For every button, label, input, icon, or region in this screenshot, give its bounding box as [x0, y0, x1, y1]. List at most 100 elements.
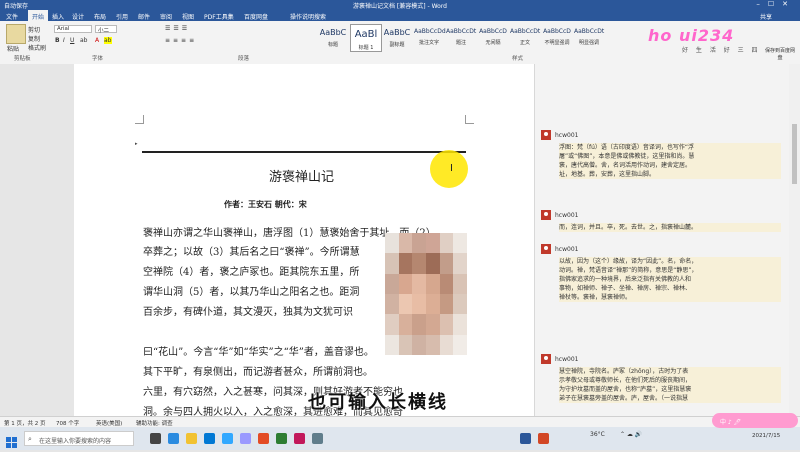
tab-view[interactable]: 视图: [182, 12, 194, 21]
font-color-icon[interactable]: A: [95, 37, 99, 44]
style-heading-1[interactable]: AaBl 标题 1: [350, 24, 382, 52]
windows-taskbar: ⌕ 在这里输入你要搜索的内容 36°C ⌃ ☁ 🔊: [0, 427, 800, 450]
store-icon[interactable]: [204, 433, 215, 444]
share-button[interactable]: 共享: [760, 12, 772, 21]
window-title: 游褒禅山记文档 [兼容模式] - Word: [353, 3, 447, 10]
style-caption[interactable]: AaBbCcDt 题注: [446, 24, 476, 50]
font-name-select[interactable]: Arial: [54, 25, 92, 33]
windows-start-icon[interactable]: [6, 433, 17, 448]
style-intense-emphasis[interactable]: AaBbCcDt 明显强调: [574, 24, 604, 50]
style-normal[interactable]: AaBbCcDt 正文: [510, 24, 540, 50]
font-size-select[interactable]: 小二: [95, 25, 117, 34]
app-icon[interactable]: [312, 433, 323, 444]
app-icon[interactable]: [258, 433, 269, 444]
paragraph-line: 卒葬之；以故（3）其后名之曰“褒禅”。今所谓慧: [143, 247, 360, 258]
comment-author: hcw001: [555, 211, 579, 219]
underline-icon[interactable]: U: [70, 37, 74, 44]
photoshop-icon[interactable]: [222, 433, 233, 444]
group-label-styles: 样式: [512, 56, 524, 62]
bold-icon[interactable]: B: [55, 37, 60, 44]
comment-card[interactable]: hcw001 以故，因为（这个）缘故，译为“因此”。名，命名， 动词。禅，梵语音译…: [541, 244, 781, 302]
align-icons[interactable]: ≡≡≡≡: [165, 37, 197, 44]
strikethrough-icon[interactable]: ab: [80, 37, 88, 44]
search-icon: ⌕: [28, 435, 32, 443]
paragraph-line: 百余步，有碑仆道，其文漫灭，独其为文犹可识: [143, 307, 353, 318]
comment-body: 以故，因为（这个）缘故，译为“因此”。名，命名， 动词。禅，梵语音译“禅那”的简称…: [559, 257, 781, 302]
user-avatar-icon: [541, 130, 551, 140]
paste-button-label[interactable]: 粘贴: [7, 44, 19, 53]
document-author-line: 作者：王安石 朝代：宋: [224, 200, 307, 209]
horizontal-rule: [142, 151, 466, 153]
ribbon-tabs: 文件 开始 插入 设计 布局 引用 邮件 审阅 视图 PDF工具集 百度网盘 操…: [0, 10, 800, 21]
tab-home[interactable]: 开始: [28, 10, 49, 21]
scrollbar-thumb[interactable]: [792, 124, 797, 184]
style-heading[interactable]: AaBbC 标题: [318, 24, 348, 50]
copy-button[interactable]: 复制: [28, 34, 40, 43]
comment-card[interactable]: hcw001 浮图：梵（fú）语（古印度语）音译词，也写作“浮 屠”或“佛图”，本…: [541, 130, 781, 179]
tell-me-search[interactable]: 操作说明搜索: [290, 12, 326, 21]
pixelated-webcam-overlay: [385, 233, 467, 355]
cut-button[interactable]: 剪切: [28, 25, 40, 34]
status-language[interactable]: 英语(美国): [96, 419, 122, 427]
premiere-icon[interactable]: [240, 433, 251, 444]
paragraph-mark-icon: ▸: [135, 141, 138, 147]
tab-file[interactable]: 文件: [6, 12, 18, 21]
window-controls[interactable]: –☐✕: [756, 0, 796, 8]
margin-corner-top-left: [135, 115, 144, 124]
style-subtitle[interactable]: AaBbC 副标题: [382, 24, 412, 50]
weather-text[interactable]: 36°C: [590, 431, 605, 438]
comment-body: 慧空禅院，寺院名。庐冢（zhǒng），古时为了表 示孝敬父母或尊敬师长，在他们死后…: [559, 367, 781, 403]
word-icon[interactable]: [520, 433, 531, 444]
app-icon[interactable]: [294, 433, 305, 444]
comment-body: 而，连词，并且。卒，死。去世。之，指褒禅山麓。: [559, 223, 781, 232]
logo-text: ho ui234: [648, 26, 735, 45]
comment-card[interactable]: hcw001 慧空禅院，寺院名。庐冢（zhǒng），古时为了表 示孝敬父母或尊敬师…: [541, 354, 781, 403]
tab-baidu-netdisk[interactable]: 百度网盘: [244, 12, 268, 21]
taskbar-clock[interactable]: 2021/7/15: [752, 433, 780, 439]
style-no-spacing[interactable]: AaBbCcD 无间隔: [478, 24, 508, 50]
file-explorer-icon[interactable]: [186, 433, 197, 444]
system-tray-icons[interactable]: ⌃ ☁ 🔊: [620, 431, 642, 438]
comment-author: hcw001: [555, 131, 579, 139]
text-cursor-icon: I: [450, 163, 453, 174]
style-subtle-emphasis[interactable]: AaBbCcD 不明显强调: [542, 24, 572, 50]
powerpoint-icon[interactable]: [538, 433, 549, 444]
input-method-sticker[interactable]: 中 ♪ 🖊: [712, 413, 798, 428]
tab-pdf-tools[interactable]: PDF工具集: [204, 12, 234, 21]
paragraph-line: 空禅院（4）者，褒之庐冢也。距其院东五里，所: [143, 267, 360, 278]
comment-card[interactable]: hcw001 而，连词，并且。卒，死。去世。之，指褒禅山麓。: [541, 210, 781, 232]
tab-mailings[interactable]: 邮件: [138, 12, 150, 21]
tab-design[interactable]: 设计: [72, 12, 84, 21]
status-word-count[interactable]: 708 个字: [56, 419, 79, 427]
tab-references[interactable]: 引用: [116, 12, 128, 21]
paragraph-line: 曰“花山”。今言“华”如“华实”之“华”者，盖音谬也。: [143, 347, 374, 358]
highlight-icon[interactable]: ab: [104, 37, 112, 44]
edge-browser-icon[interactable]: [168, 433, 179, 444]
cursor-highlight: [430, 150, 468, 188]
task-view-icon[interactable]: [150, 433, 161, 444]
app-icon[interactable]: [276, 433, 287, 444]
italic-icon[interactable]: I: [63, 37, 65, 44]
save-to-baidu-button[interactable]: 保存到百度网盘: [764, 47, 796, 61]
style-comment-text[interactable]: AaBbCcDd 批注文字: [414, 24, 446, 50]
vertical-scrollbar[interactable]: [789, 64, 800, 416]
comment-author: hcw001: [555, 355, 579, 363]
list-icons[interactable]: ☰☰☰: [165, 25, 190, 32]
comment-body: 浮图：梵（fú）语（古印度语）音译词，也写作“浮 屠”或“佛图”，本意是佛或佛教徒…: [559, 143, 781, 179]
logo-tagline: 好 生 活 好 三 四: [682, 47, 761, 54]
paste-icon[interactable]: [6, 24, 26, 44]
user-avatar-icon: [541, 354, 551, 364]
group-label-clipboard: 剪贴板: [14, 56, 31, 62]
group-label-paragraph: 段落: [238, 56, 250, 62]
title-bar: 自动保存 游褒禅山记文档 [兼容模式] - Word –☐✕: [0, 0, 800, 10]
status-page-count[interactable]: 第 1 页，共 2 页: [4, 419, 46, 427]
format-painter-button[interactable]: 格式刷: [28, 43, 46, 52]
status-accessibility[interactable]: 辅助功能: 调查: [136, 419, 173, 427]
taskbar-search-input[interactable]: ⌕ 在这里输入你要搜索的内容: [24, 431, 134, 446]
tab-layout[interactable]: 布局: [94, 12, 106, 21]
tab-review[interactable]: 审阅: [160, 12, 172, 21]
paragraph-line: 其下平旷，有泉侧出，而记游者甚众，所谓前洞也。: [143, 367, 373, 378]
comment-author: hcw001: [555, 245, 579, 253]
tab-insert[interactable]: 插入: [52, 12, 64, 21]
paragraph-line: 谓华山洞（5）者，以其乃华山之阳名之也。距洞: [143, 287, 360, 298]
